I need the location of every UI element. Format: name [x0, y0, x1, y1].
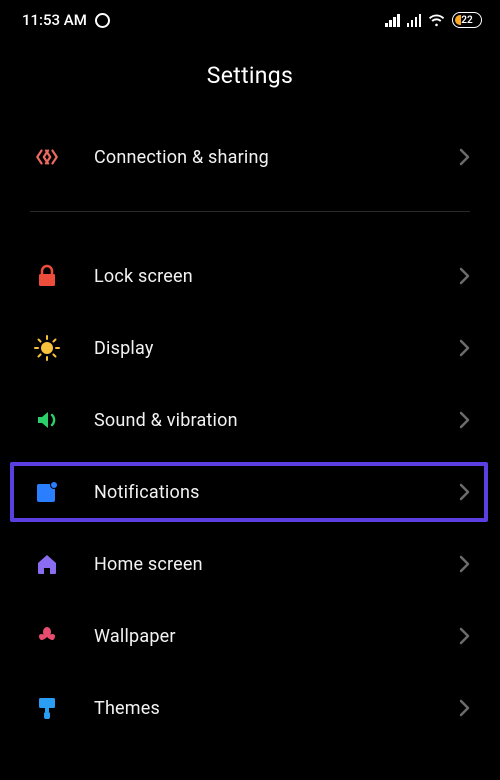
chevron-right-icon — [458, 626, 470, 646]
row-wallpaper[interactable]: Wallpaper — [0, 600, 500, 672]
row-home-screen[interactable]: Home screen — [0, 528, 500, 600]
signal-icon — [385, 13, 400, 27]
wifi-icon — [428, 14, 445, 27]
row-label: Connection & sharing — [94, 147, 458, 168]
row-notifications[interactable]: Notifications — [0, 456, 500, 528]
status-time: 11:53 AM — [22, 11, 87, 29]
battery-percent: 22 — [461, 15, 472, 26]
chevron-right-icon — [458, 338, 470, 358]
home-icon — [32, 553, 62, 575]
row-label: Sound & vibration — [94, 410, 458, 431]
notifications-icon — [32, 480, 62, 504]
row-label: Wallpaper — [94, 626, 458, 647]
chevron-right-icon — [458, 698, 470, 718]
flower-icon — [32, 624, 62, 648]
status-left: 11:53 AM — [22, 11, 110, 29]
lock-icon — [32, 264, 62, 288]
sun-icon — [32, 335, 62, 361]
chevron-right-icon — [458, 410, 470, 430]
chevron-right-icon — [458, 482, 470, 502]
row-label: Lock screen — [94, 266, 458, 287]
row-label: Notifications — [94, 482, 458, 503]
status-bar: 11:53 AM 22 — [0, 0, 500, 40]
speaker-icon — [32, 408, 62, 432]
chevron-right-icon — [458, 147, 470, 167]
battery-icon: 22 — [452, 12, 482, 28]
circle-icon — [95, 13, 110, 28]
row-themes[interactable]: Themes — [0, 672, 500, 744]
connection-sharing-icon — [32, 144, 62, 170]
row-label: Display — [94, 338, 458, 359]
row-display[interactable]: Display — [0, 312, 500, 384]
signal-icon — [407, 13, 422, 27]
row-label: Home screen — [94, 554, 458, 575]
status-right: 22 — [385, 12, 482, 28]
settings-list: Connection & sharing Lock screen — [0, 121, 500, 744]
brush-icon — [32, 696, 62, 720]
page-title: Settings — [0, 40, 500, 121]
row-label: Themes — [94, 698, 458, 719]
chevron-right-icon — [458, 266, 470, 286]
row-connection-sharing[interactable]: Connection & sharing — [0, 121, 500, 193]
divider — [30, 211, 470, 212]
row-lock-screen[interactable]: Lock screen — [0, 240, 500, 312]
chevron-right-icon — [458, 554, 470, 574]
row-sound-vibration[interactable]: Sound & vibration — [0, 384, 500, 456]
